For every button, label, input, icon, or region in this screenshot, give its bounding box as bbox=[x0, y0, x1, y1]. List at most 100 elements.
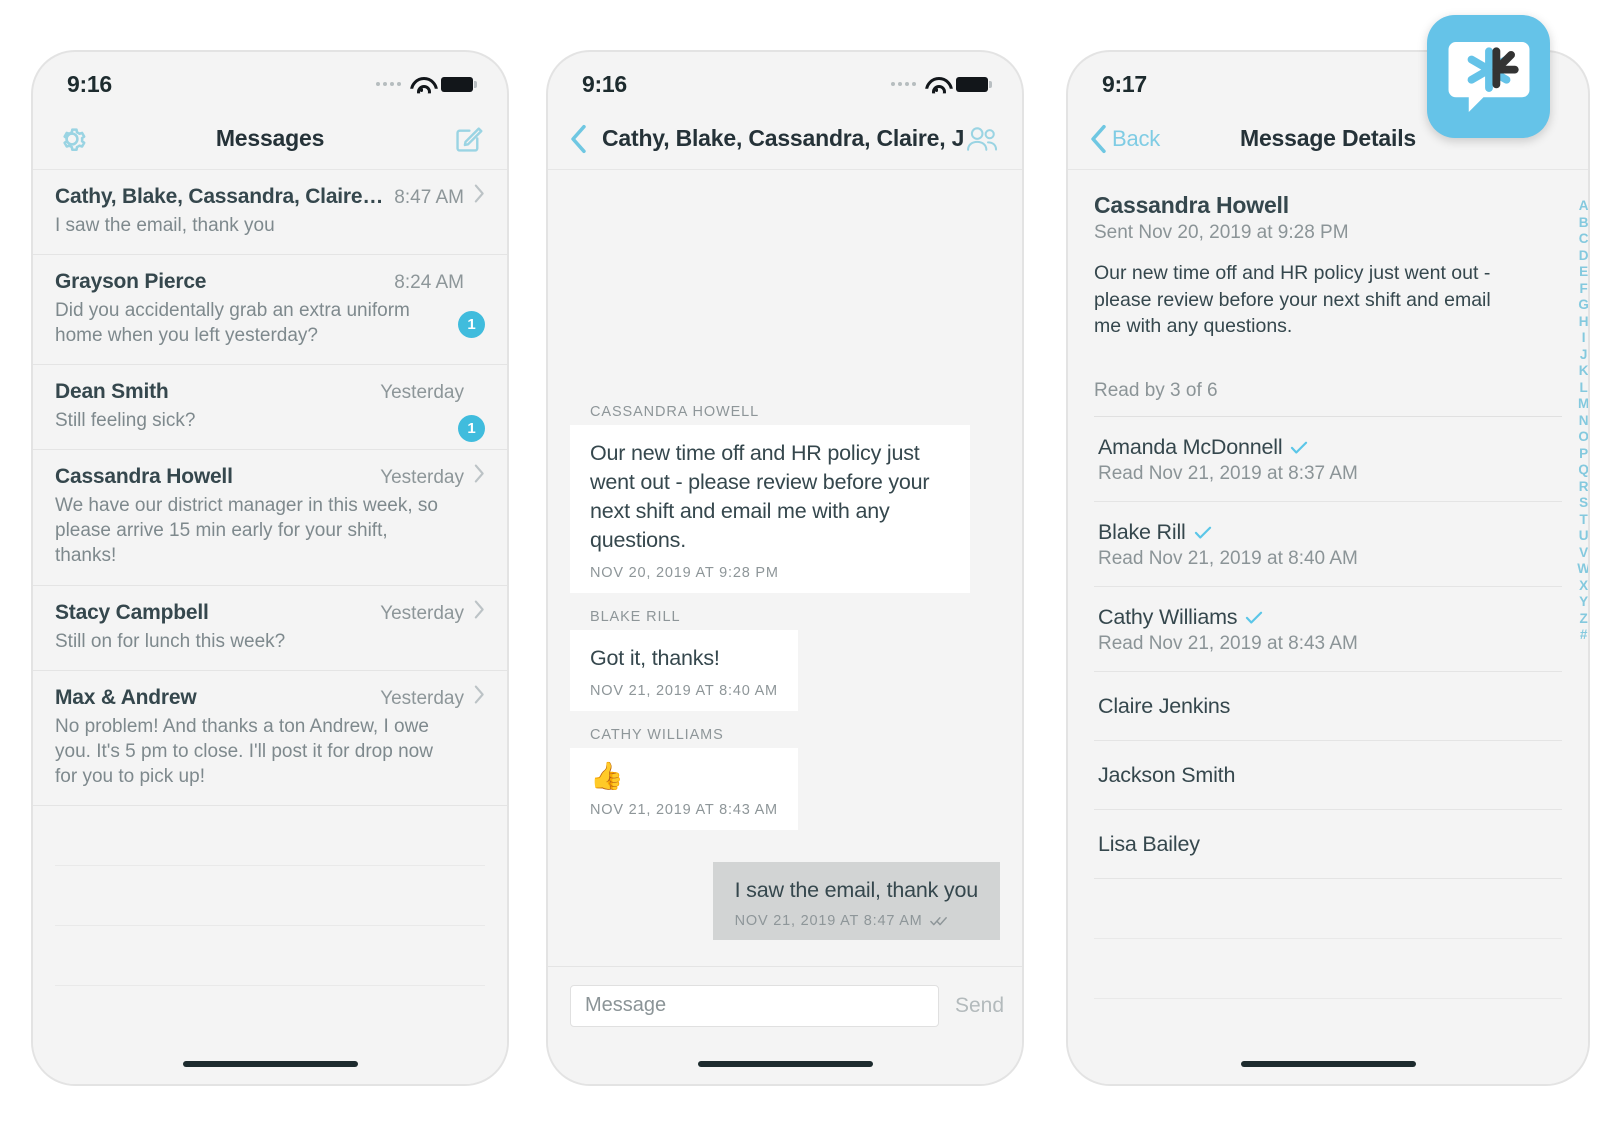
conversation-name: Cathy, Blake, Cassandra, Claire, Jacks..… bbox=[55, 185, 385, 208]
reader-name: Blake Rill bbox=[1098, 519, 1186, 544]
alpha-index-letter[interactable]: U bbox=[1579, 528, 1588, 544]
alpha-index-letter[interactable]: C bbox=[1579, 231, 1588, 247]
message-bubble[interactable]: 👍 NOV 21, 2019 AT 8:43 AM bbox=[570, 748, 798, 830]
alpha-index-letter[interactable]: I bbox=[1582, 330, 1586, 346]
reader-read-time: Read Nov 21, 2019 at 8:43 AM bbox=[1098, 632, 1358, 654]
conversation-time: 8:24 AM bbox=[394, 272, 464, 294]
outgoing-message-row: I saw the email, thank you NOV 21, 2019 … bbox=[570, 861, 1000, 940]
check-icon bbox=[1194, 526, 1211, 539]
alpha-index-letter[interactable]: S bbox=[1579, 495, 1588, 511]
conversation-name: Dean Smith bbox=[55, 380, 169, 404]
message-bubble[interactable]: Got it, thanks! NOV 21, 2019 AT 8:40 AM bbox=[570, 630, 798, 712]
reader-name-row: Blake Rill bbox=[1098, 520, 1562, 545]
list-item[interactable]: Claire Jenkins bbox=[1094, 672, 1562, 741]
message-input[interactable] bbox=[570, 984, 939, 1027]
send-button[interactable]: Send bbox=[955, 994, 1004, 1018]
message-thread[interactable]: CASSANDRA HOWELL Our new time off and HR… bbox=[548, 170, 1022, 966]
list-item[interactable]: Grayson Pierce 8:24 AM Did you accidenta… bbox=[33, 255, 507, 366]
reader-name-row: Amanda McDonnell bbox=[1098, 435, 1562, 460]
alpha-index-letter[interactable]: A bbox=[1579, 198, 1588, 214]
battery-icon bbox=[956, 76, 992, 92]
reader-name-row: Lisa Bailey bbox=[1098, 832, 1562, 857]
list-item[interactable]: Dean Smith Yesterday Still feeling sick?… bbox=[33, 365, 507, 451]
alpha-index-letter[interactable]: Y bbox=[1579, 594, 1588, 610]
conversation-list[interactable]: Cathy, Blake, Cassandra, Claire, Jacks..… bbox=[33, 170, 507, 1044]
compose-button[interactable] bbox=[453, 123, 485, 155]
participants-button[interactable] bbox=[964, 124, 1000, 154]
status-clock: 9:17 bbox=[1102, 70, 1147, 97]
phone-messages-list: 9:16 Messages Cathy, Blake, Cassandra, C… bbox=[33, 52, 507, 1084]
back-button[interactable]: Back bbox=[1090, 124, 1160, 154]
list-item[interactable]: Blake Rill Read Nov 21, 2019 at 8:40 AM bbox=[1094, 502, 1562, 587]
wifi-icon bbox=[410, 76, 432, 92]
list-item[interactable]: Cathy, Blake, Cassandra, Claire, Jacks..… bbox=[33, 170, 507, 256]
home-indicator bbox=[33, 1044, 507, 1084]
alpha-index-letter[interactable]: K bbox=[1579, 363, 1588, 379]
message-bubble[interactable]: Our new time off and HR policy just went… bbox=[570, 425, 970, 594]
phone-message-details: 9:17 Back Message Details Cassandra Howe… bbox=[1068, 52, 1588, 1084]
alpha-index-letter[interactable]: W bbox=[1577, 561, 1588, 577]
message-sender: BLAKE RILL bbox=[590, 609, 681, 626]
alpha-index-letter[interactable]: H bbox=[1579, 314, 1588, 330]
list-item[interactable]: Lisa Bailey bbox=[1094, 810, 1562, 879]
alpha-index-letter[interactable]: O bbox=[1578, 429, 1588, 445]
check-icon bbox=[1291, 441, 1308, 454]
back-button[interactable] bbox=[570, 124, 587, 154]
alpha-index-letter[interactable]: P bbox=[1579, 446, 1588, 462]
empty-row bbox=[55, 926, 485, 986]
list-item[interactable]: Stacy Campbell Yesterday Still on for lu… bbox=[33, 586, 507, 671]
settings-button[interactable] bbox=[55, 122, 89, 156]
alpha-index-letter[interactable]: F bbox=[1580, 281, 1588, 297]
alpha-index-letter[interactable]: R bbox=[1579, 479, 1588, 495]
message-group: CASSANDRA HOWELL Our new time off and HR… bbox=[570, 396, 1000, 594]
conversation-preview: Did you accidentally grab an extra unifo… bbox=[55, 300, 410, 347]
alpha-index-letter[interactable]: D bbox=[1579, 248, 1588, 264]
message-timestamp: NOV 21, 2019 AT 8:40 AM bbox=[590, 683, 778, 700]
alpha-index-letter[interactable]: # bbox=[1580, 627, 1588, 643]
app-icon bbox=[1427, 15, 1550, 138]
alpha-index-letter[interactable]: Z bbox=[1580, 611, 1588, 627]
alpha-index-letter[interactable]: E bbox=[1579, 264, 1588, 280]
detail-header: Cassandra Howell Sent Nov 20, 2019 at 9:… bbox=[1094, 170, 1562, 356]
list-item[interactable]: Jackson Smith bbox=[1094, 741, 1562, 810]
detail-sender-name: Cassandra Howell bbox=[1094, 192, 1289, 218]
status-clock: 9:16 bbox=[67, 70, 112, 97]
people-group-icon bbox=[967, 126, 998, 151]
message-details-panel[interactable]: Cassandra Howell Sent Nov 20, 2019 at 9:… bbox=[1068, 170, 1588, 1044]
alpha-index-letter[interactable]: M bbox=[1578, 396, 1588, 412]
unread-badge: 1 bbox=[458, 415, 485, 443]
outgoing-timestamp-text: NOV 21, 2019 AT 8:47 AM bbox=[734, 913, 923, 929]
outgoing-message-bubble[interactable]: I saw the email, thank you NOV 21, 2019 … bbox=[712, 861, 1000, 940]
conversation-name: Max & Andrew bbox=[55, 685, 197, 709]
alpha-index-letter[interactable]: L bbox=[1580, 380, 1588, 396]
list-item[interactable]: Max & Andrew Yesterday No problem! And t… bbox=[33, 671, 507, 806]
wifi-icon bbox=[925, 76, 947, 92]
alphabet-index[interactable]: A B C D E F G H I J K L M N O P Q R S T bbox=[1577, 198, 1588, 643]
status-indicators bbox=[891, 76, 992, 92]
detail-sent-time: Sent Nov 20, 2019 at 9:28 PM bbox=[1094, 222, 1349, 243]
conversation-header: Stacy Campbell Yesterday bbox=[55, 600, 485, 625]
alpha-index-letter[interactable]: N bbox=[1579, 413, 1588, 429]
alpha-index-letter[interactable]: J bbox=[1580, 347, 1588, 363]
list-item[interactable]: Cassandra Howell Yesterday We have our d… bbox=[33, 450, 507, 586]
alpha-index-letter[interactable]: V bbox=[1579, 545, 1588, 561]
check-icon bbox=[1246, 611, 1263, 624]
alpha-index-letter[interactable]: X bbox=[1579, 578, 1588, 594]
status-bar: 9:16 bbox=[33, 52, 507, 108]
home-indicator bbox=[548, 1044, 1022, 1084]
list-item[interactable]: Cathy Williams Read Nov 21, 2019 at 8:43… bbox=[1094, 587, 1562, 672]
status-indicators bbox=[376, 76, 477, 92]
gear-icon bbox=[63, 127, 86, 151]
conversation-preview: I saw the email, thank you bbox=[55, 215, 275, 236]
empty-row bbox=[1094, 999, 1562, 1044]
list-item[interactable]: Amanda McDonnell Read Nov 21, 2019 at 8:… bbox=[1094, 417, 1562, 502]
alpha-index-letter[interactable]: G bbox=[1578, 297, 1588, 313]
page-title: Cathy, Blake, Cassandra, Claire, Jac... bbox=[602, 125, 964, 151]
home-indicator bbox=[1068, 1044, 1588, 1084]
alpha-index-letter[interactable]: B bbox=[1579, 215, 1588, 231]
chevron-left-icon bbox=[1091, 124, 1106, 153]
conversation-preview: Still on for lunch this week? bbox=[55, 630, 286, 652]
alpha-index-letter[interactable]: T bbox=[1580, 512, 1588, 528]
reader-name-row: Claire Jenkins bbox=[1098, 694, 1562, 719]
alpha-index-letter[interactable]: Q bbox=[1578, 462, 1588, 478]
